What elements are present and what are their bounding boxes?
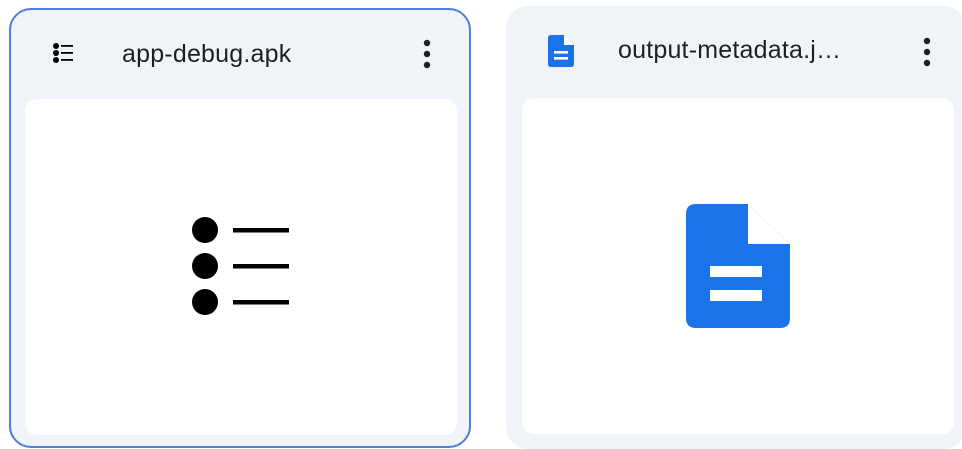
document-icon <box>686 204 790 328</box>
list-bullets-icon <box>192 217 289 315</box>
file-card-header: output-metadata.j… <box>506 6 962 96</box>
more-vert-icon <box>423 39 431 69</box>
document-icon <box>545 35 577 67</box>
more-options-button[interactable] <box>909 30 945 74</box>
file-name: app-debug.apk <box>122 40 292 68</box>
file-card-output-metadata[interactable]: output-metadata.j… <box>506 6 962 449</box>
more-vert-icon <box>923 37 931 67</box>
list-bullets-icon <box>47 37 79 69</box>
file-name: output-metadata.j… <box>618 36 842 64</box>
more-options-button[interactable] <box>409 32 445 76</box>
file-preview[interactable] <box>522 98 954 434</box>
file-preview[interactable] <box>25 99 457 435</box>
file-card-app-debug[interactable]: app-debug.apk <box>9 8 471 448</box>
file-card-header: app-debug.apk <box>11 10 469 100</box>
